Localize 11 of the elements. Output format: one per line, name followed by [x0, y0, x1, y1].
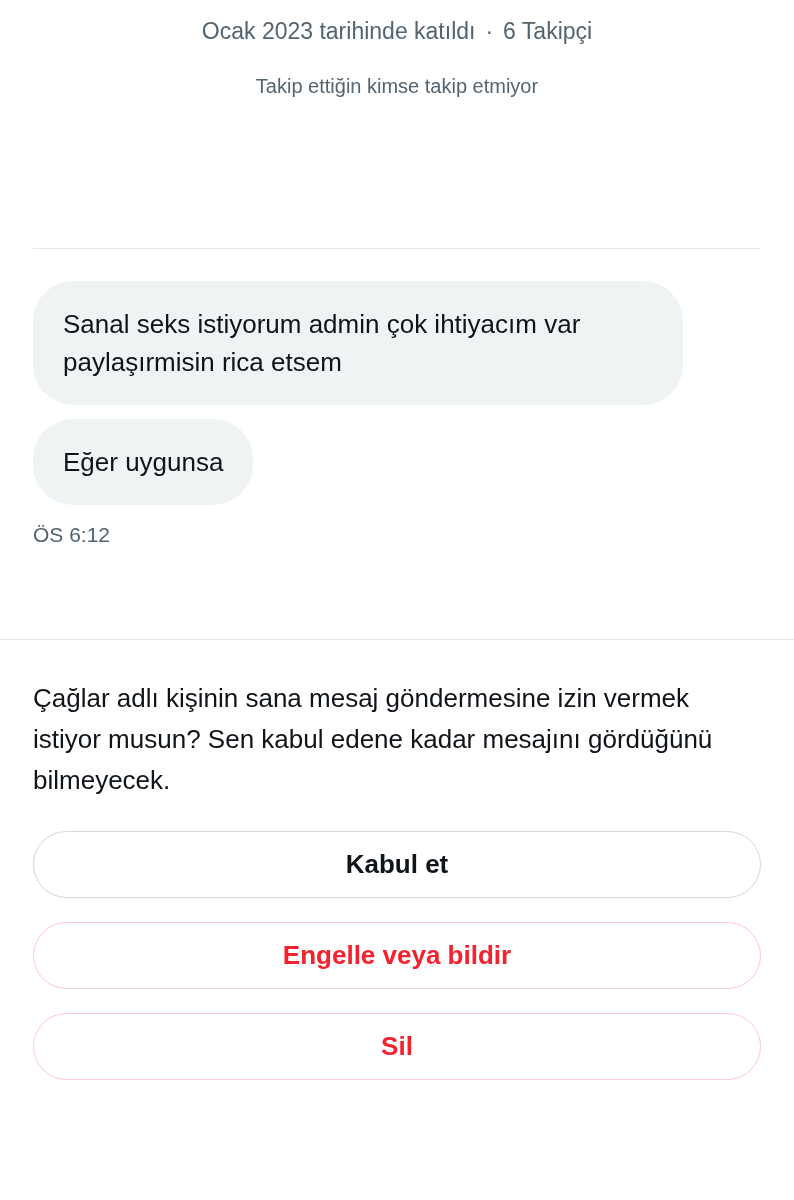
- followed-by-text: Takip ettiğin kimse takip etmiyor: [255, 75, 539, 98]
- message-bubble: Sanal seks istiyorum admin çok ihtiyacım var paylaşırmisin rica etsem: [33, 281, 683, 405]
- danger-button[interactable]: Sil: [33, 1013, 761, 1080]
- message-time: ÖS 6:12: [33, 523, 112, 547]
- request-prompt: Çağlar adlı kişinin sana mesaj göndermesine izin vermek istiyor musun? Sen kabul edene kadar mesajını gördüğünü bilmeyecek.: [33, 682, 714, 797]
- separator-dot: ·: [485, 18, 494, 45]
- accept-button[interactable]: Kabul et: [33, 831, 761, 898]
- joined-date: Ocak 2023 tarihinde katıldı: [201, 18, 476, 45]
- message-bubble: Eğer uygunsa: [33, 419, 254, 505]
- danger-button[interactable]: Engelle veya bildir: [33, 922, 761, 989]
- followers-count[interactable]: 6 Takipçi: [503, 18, 593, 45]
